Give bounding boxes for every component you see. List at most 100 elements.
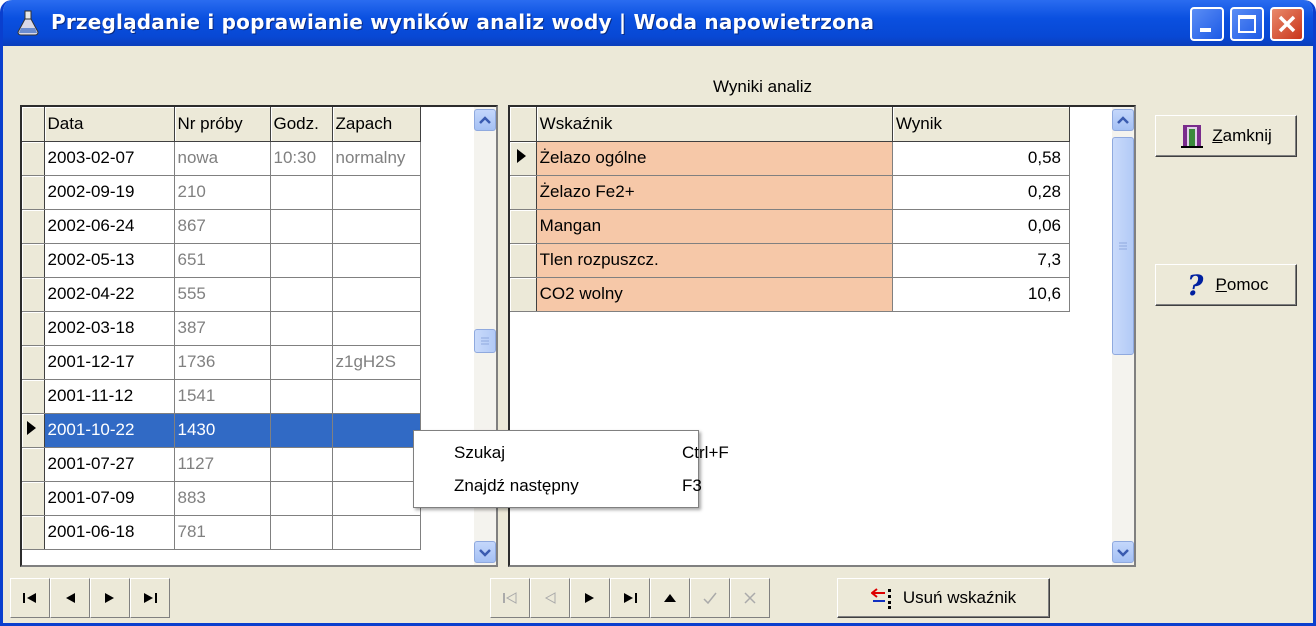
cell-smell[interactable] (332, 277, 421, 312)
cell-result[interactable]: 0,06 (892, 209, 1071, 244)
table-row[interactable]: Mangan 0,06 (510, 209, 1071, 244)
cell-date[interactable]: 2001-12-17 (44, 345, 175, 380)
row-indicator[interactable] (22, 481, 45, 516)
cell-smell[interactable] (332, 209, 421, 244)
prior-record-button[interactable] (530, 578, 570, 618)
cell-smell[interactable]: normalny (332, 141, 421, 176)
insert-record-button[interactable] (650, 578, 690, 618)
minimize-button[interactable] (1190, 7, 1224, 41)
delete-indicator-button[interactable]: Usuń wskaźnik (837, 578, 1050, 618)
maximize-button[interactable] (1230, 7, 1264, 41)
table-row[interactable]: 2002-06-24 867 (22, 209, 450, 244)
table-row[interactable]: 2001-12-17 1736 z1gH2S (22, 345, 450, 380)
cell-hour[interactable] (270, 481, 333, 516)
post-record-button[interactable] (690, 578, 730, 618)
cell-sample-no[interactable]: 781 (174, 515, 271, 550)
first-record-button[interactable] (490, 578, 530, 618)
cell-result[interactable]: 10,6 (892, 277, 1071, 312)
table-row[interactable]: 2002-03-18 387 (22, 311, 450, 346)
cell-sample-no[interactable]: nowa (174, 141, 271, 176)
cell-date[interactable]: 2002-05-13 (44, 243, 175, 278)
row-indicator[interactable] (510, 209, 537, 244)
table-row[interactable]: 2002-05-13 651 (22, 243, 450, 278)
row-indicator[interactable] (22, 379, 45, 414)
scroll-down-button[interactable] (474, 541, 496, 563)
cell-smell[interactable] (332, 413, 421, 448)
row-indicator[interactable] (22, 447, 45, 482)
last-record-button[interactable] (610, 578, 650, 618)
column-header-indicator[interactable]: Wskaźnik (536, 107, 893, 142)
table-row[interactable]: 2003-02-07 nowa 10:30 normalny (22, 141, 450, 176)
row-indicator[interactable] (22, 515, 45, 550)
cell-date[interactable]: 2001-07-27 (44, 447, 175, 482)
row-indicator[interactable] (22, 345, 45, 380)
cell-result[interactable]: 0,58 (892, 141, 1071, 176)
table-row[interactable]: Żelazo ogólne 0,58 (510, 141, 1071, 176)
results-scrollbar[interactable] (1112, 107, 1134, 565)
column-header-smell[interactable]: Zapach (332, 107, 421, 142)
cell-result[interactable]: 0,28 (892, 175, 1071, 210)
cell-sample-no[interactable]: 883 (174, 481, 271, 516)
column-header-date[interactable]: Data (44, 107, 175, 142)
first-record-button[interactable] (10, 578, 50, 618)
cell-date[interactable]: 2002-03-18 (44, 311, 175, 346)
last-record-button[interactable] (130, 578, 170, 618)
table-row[interactable]: 2001-11-12 1541 (22, 379, 450, 414)
cell-hour[interactable] (270, 345, 333, 380)
cell-indicator[interactable]: Mangan (536, 209, 893, 244)
cell-sample-no[interactable]: 1127 (174, 447, 271, 482)
cell-hour[interactable] (270, 209, 333, 244)
cell-smell[interactable] (332, 243, 421, 278)
cell-hour[interactable] (270, 277, 333, 312)
table-row[interactable]: 2001-10-22 1430 (22, 413, 450, 448)
close-window-button[interactable] (1270, 7, 1304, 41)
cell-sample-no[interactable]: 1541 (174, 379, 271, 414)
row-indicator[interactable] (510, 175, 537, 210)
cell-smell[interactable] (332, 515, 421, 550)
table-row[interactable]: Tlen rozpuszcz. 7,3 (510, 243, 1071, 278)
cell-smell[interactable] (332, 175, 421, 210)
row-indicator[interactable] (510, 277, 537, 312)
row-indicator[interactable] (22, 243, 45, 278)
cell-indicator[interactable]: Żelazo Fe2+ (536, 175, 893, 210)
close-button[interactable]: Zamknij (1155, 115, 1297, 157)
cell-indicator[interactable]: Żelazo ogólne (536, 141, 893, 176)
scroll-down-button[interactable] (1112, 541, 1134, 563)
scroll-thumb[interactable] (474, 329, 496, 353)
cell-sample-no[interactable]: 210 (174, 175, 271, 210)
cell-date[interactable]: 2002-06-24 (44, 209, 175, 244)
table-row[interactable]: 2001-07-27 1127 (22, 447, 450, 482)
cell-indicator[interactable]: Tlen rozpuszcz. (536, 243, 893, 278)
next-record-button[interactable] (90, 578, 130, 618)
scroll-thumb[interactable] (1112, 137, 1134, 355)
row-indicator[interactable] (22, 413, 45, 448)
cell-hour[interactable] (270, 379, 333, 414)
column-header-result[interactable]: Wynik (892, 107, 1071, 142)
row-indicator[interactable] (22, 141, 45, 176)
cell-hour[interactable] (270, 243, 333, 278)
cell-indicator[interactable]: CO2 wolny (536, 277, 893, 312)
help-button[interactable]: ? Pomoc (1155, 264, 1297, 306)
cell-hour[interactable] (270, 311, 333, 346)
cell-hour[interactable] (270, 447, 333, 482)
column-header-hour[interactable]: Godz. (270, 107, 333, 142)
row-indicator[interactable] (510, 141, 537, 176)
table-row[interactable]: 2002-04-22 555 (22, 277, 450, 312)
cell-date[interactable]: 2001-11-12 (44, 379, 175, 414)
cell-result[interactable]: 7,3 (892, 243, 1071, 278)
row-indicator[interactable] (22, 277, 45, 312)
cell-sample-no[interactable]: 555 (174, 277, 271, 312)
cell-date[interactable]: 2002-04-22 (44, 277, 175, 312)
menu-item-search[interactable]: Szukaj Ctrl+F (454, 443, 729, 469)
column-header-sample-no[interactable]: Nr próby (174, 107, 271, 142)
row-indicator[interactable] (22, 209, 45, 244)
cell-sample-no[interactable]: 1430 (174, 413, 271, 448)
cancel-record-button[interactable] (730, 578, 770, 618)
menu-item-find-next[interactable]: Znajdź następny F3 (454, 476, 702, 502)
prior-record-button[interactable] (50, 578, 90, 618)
cell-hour[interactable]: 10:30 (270, 141, 333, 176)
cell-sample-no[interactable]: 1736 (174, 345, 271, 380)
cell-smell[interactable] (332, 379, 421, 414)
table-row[interactable]: 2001-07-09 883 (22, 481, 450, 516)
cell-hour[interactable] (270, 515, 333, 550)
